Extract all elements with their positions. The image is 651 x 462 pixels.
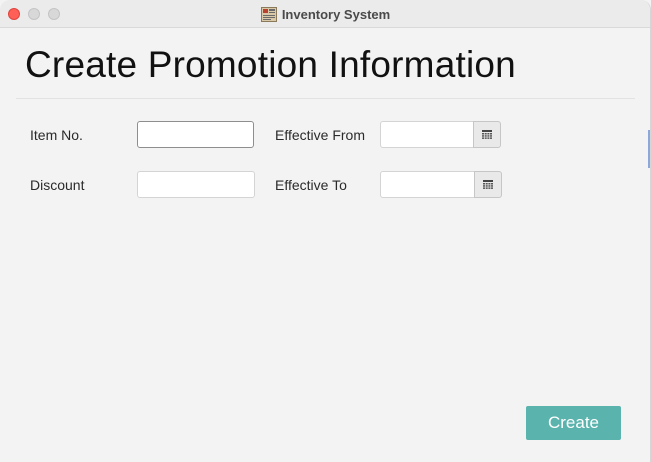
calendar-icon — [482, 130, 492, 139]
effective-to-calendar-button[interactable] — [474, 171, 502, 198]
effective-from-calendar-button[interactable] — [473, 121, 501, 148]
item-no-input[interactable] — [137, 121, 254, 148]
create-button[interactable]: Create — [526, 406, 621, 440]
app-window: Inventory System Create Promotion Inform… — [0, 0, 651, 462]
title-bar: Inventory System — [0, 0, 650, 28]
heading-divider — [16, 98, 635, 99]
effective-from-label: Effective From — [275, 127, 365, 143]
discount-label: Discount — [30, 177, 85, 193]
inventory-app-icon — [260, 6, 277, 22]
window-title-group: Inventory System — [0, 0, 650, 28]
effective-from-date-input[interactable] — [380, 121, 475, 148]
effective-to-date-input[interactable] — [380, 171, 476, 198]
discount-input[interactable] — [137, 171, 255, 198]
calendar-icon — [483, 180, 493, 189]
window-title: Inventory System — [281, 6, 391, 22]
item-no-label: Item No. — [30, 127, 83, 143]
effective-to-label: Effective To — [275, 177, 347, 193]
page-title: Create Promotion Information — [25, 44, 516, 85]
